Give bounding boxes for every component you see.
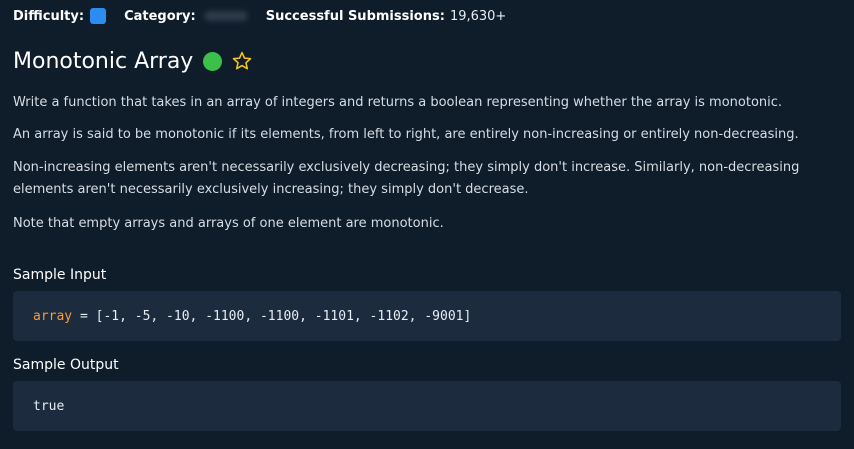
sample-output-value: true: [33, 398, 65, 414]
sample-input-heading: Sample Input: [13, 267, 107, 283]
difficulty-badge-icon: [90, 8, 107, 24]
sample-input-variable: array: [33, 308, 73, 324]
category-label: Category:: [124, 8, 196, 24]
submissions-label: Successful Submissions:: [265, 8, 445, 24]
sample-output-code-block: true: [13, 381, 841, 431]
category-value-blurred: [203, 11, 248, 21]
sample-input-code-block: array = [-1, -5, -10, -1100, -1100, -110…: [13, 291, 841, 341]
description-paragraph-4: Note that empty arrays and arrays of one…: [13, 216, 444, 231]
difficulty-label: Difficulty:: [13, 8, 85, 24]
star-outline-icon[interactable]: [231, 50, 253, 72]
problem-meta-row: Difficulty: Category: Successful Submiss…: [13, 6, 506, 26]
completed-dot-icon: [203, 51, 223, 71]
sample-input-value: = [-1, -5, -10, -1100, -1100, -1101, -11…: [72, 308, 472, 324]
description-paragraph-1: Write a function that takes in an array …: [13, 95, 783, 110]
problem-title: Monotonic Array: [13, 48, 194, 74]
description-paragraph-2: An array is said to be monotonic if its …: [13, 127, 799, 142]
sample-output-heading: Sample Output: [13, 357, 119, 373]
problem-page: Difficulty: Category: Successful Submiss…: [0, 0, 854, 449]
submissions-count: 19,630+: [449, 8, 507, 24]
description-paragraph-3: Non-increasing elements aren't necessari…: [13, 160, 800, 197]
title-row: Monotonic Array: [13, 44, 253, 78]
